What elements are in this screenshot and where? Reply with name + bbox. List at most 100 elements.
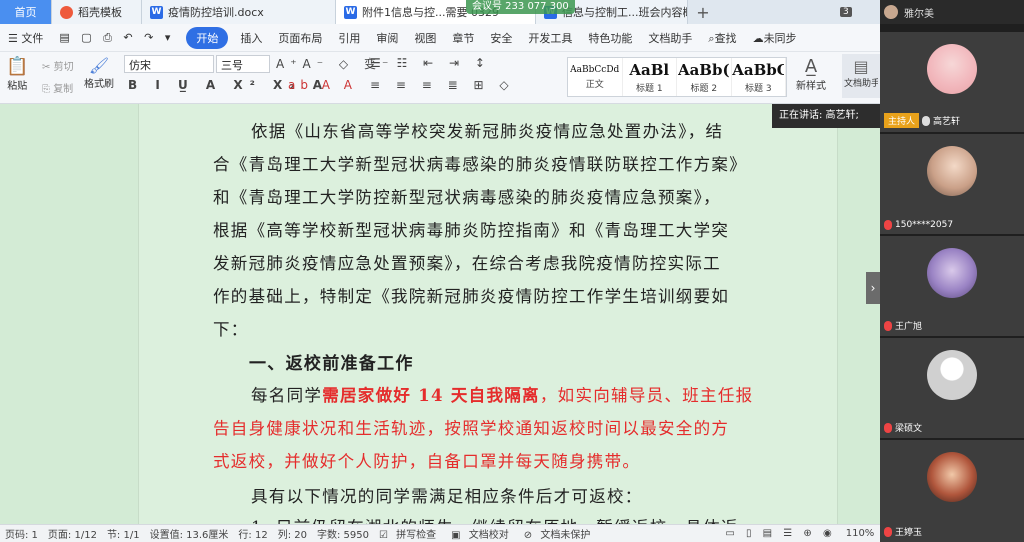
menu-reference[interactable]: 引用 [330, 30, 368, 46]
sync-label: 未同步 [763, 31, 797, 45]
menu-review[interactable]: 审阅 [368, 30, 406, 46]
tab-class-meeting-label: 信息与控制工...班会内容概要 [562, 6, 687, 19]
word-doc-icon: W [344, 5, 357, 19]
doc-line: 式返校，并做好个人防护，自备口罩并每天随身携带。 [213, 452, 641, 471]
window-count-badge[interactable]: 3 [840, 7, 852, 17]
participant-name: 150****2057 [895, 220, 954, 230]
style-heading1[interactable]: AaBl 标题 1 [623, 58, 677, 96]
doc-line: 具有以下情况的同学需满足相应条件后才可返校： [251, 487, 643, 506]
doc-line: 合《青岛理工大学新型冠状病毒感染的肺炎疫情联防联控工作方案》 [213, 155, 747, 174]
search-button[interactable]: ⌕查找 [700, 30, 744, 46]
format-painter-button[interactable]: 🖌 格式刷 [84, 56, 114, 90]
status-words[interactable]: 字数: 5950 [312, 526, 374, 541]
menu-dev-tools[interactable]: 开发工具 [520, 30, 580, 46]
menu-security[interactable]: 安全 [482, 30, 520, 46]
font-name-select[interactable]: 仿宋 [124, 55, 214, 73]
tab-home[interactable]: 首页 [0, 0, 52, 24]
docer-icon [60, 5, 73, 19]
status-col: 列: 20 [277, 530, 307, 541]
doc-line: 每名同学需居家做好 14 天自我隔离，如实向辅导员、班主任报 [251, 382, 753, 406]
menu-layout[interactable]: 页面布局 [270, 30, 330, 46]
participant-tile[interactable]: 王婷玉 [880, 438, 1024, 542]
copy-button[interactable]: ⎘ 复制 [42, 80, 73, 95]
color-buttons[interactable]: ab A A [288, 78, 357, 92]
view-mode-icons[interactable]: ▭ ▯ ▤ ☰ ⊕ ◉ [720, 528, 840, 539]
participant-avatar [927, 146, 977, 196]
participant-tile[interactable]: 王广旭 [880, 234, 1024, 336]
collapse-panel-button[interactable]: › [866, 272, 880, 304]
style-heading3[interactable]: AaBbC 标题 3 [732, 58, 786, 96]
tab-training-doc-label: 疫情防控培训.docx [168, 6, 264, 19]
paste-button[interactable]: 📋 粘贴 [6, 56, 28, 92]
menu-insert[interactable]: 插入 [232, 30, 270, 46]
participant-avatar [927, 452, 977, 502]
tab-bar: 首页 稻壳模板 W 疫情防控培训.docx W 附件1信息与控...需要 0329 … [0, 0, 880, 24]
copy-icon: ⎘ [42, 84, 50, 95]
doc-helper-icon: ▤ [853, 57, 869, 76]
menu-bar: ☰ 文件 ▤ ▢ ⎙ ↶ ↷ ▾ 开始 插入 页面布局 引用 审阅 视图 章节 … [0, 24, 880, 52]
menu-chapter[interactable]: 章节 [444, 30, 482, 46]
tab-home-label: 首页 [14, 6, 37, 19]
doc-line: 告自身健康状况和生活轨迹，按照学校通知返校时间以最安全的方 [213, 419, 730, 438]
section-heading: 一、返校前准备工作 [249, 354, 414, 374]
protect-label: 文档未保护 [540, 530, 591, 541]
style-heading2[interactable]: AaBb(标题 2 [677, 58, 732, 96]
participant-name: 梁硕文 [895, 424, 923, 434]
chevron-right-icon: › [870, 281, 876, 295]
menu-start[interactable]: 开始 [186, 26, 229, 49]
spell-check-label: 拼写检查 [396, 530, 437, 541]
style-heading1-name: 标题 1 [635, 83, 663, 94]
tab-docer[interactable]: 稻壳模板 [52, 0, 142, 24]
participant-tile[interactable]: 主持人 高艺轩 [880, 30, 1024, 132]
doc-line: 发新冠肺炎疫情应急处置预案》，在综合考虑我院疫情防控实际工 [213, 254, 721, 273]
doc-helper-button[interactable]: ▤ 文档助手 [842, 54, 880, 98]
meeting-id-banner[interactable]: 会议号 233 077 300 [466, 0, 575, 14]
search-label: 查找 [714, 31, 737, 45]
new-tab-button[interactable]: + [688, 0, 718, 24]
participant-avatar [927, 248, 977, 298]
cut-button[interactable]: ✂ 剪切 [42, 58, 74, 73]
style-heading3-name: 标题 3 [744, 83, 772, 94]
document-page[interactable]: 依据《山东省高等学校突发新冠肺炎疫情应急处置办法》，结 合《青岛理工大学新型冠状… [138, 104, 838, 537]
user-name[interactable]: 雅尔美 [904, 5, 934, 20]
format-painter-label: 格式刷 [84, 79, 114, 90]
participant-label: 王广旭 [884, 319, 922, 332]
proofread-button[interactable]: ▣ 文档校对 [446, 526, 519, 541]
participant-label: 主持人 高艺轩 [884, 113, 960, 128]
tab-training-doc[interactable]: W 疫情防控培训.docx [142, 0, 336, 24]
doc-helper-label: 文档助手 [844, 79, 878, 89]
cloud-icon: ☁ [752, 31, 764, 45]
menu-features[interactable]: 特色功能 [580, 30, 640, 46]
sync-status[interactable]: ☁未同步 [745, 30, 805, 46]
participant-tile[interactable]: 150****2057 [880, 132, 1024, 234]
list-buttons[interactable]: ☰ ☷ ⇤ ⇥ ↕ [370, 56, 491, 70]
menu-view[interactable]: 视图 [406, 30, 444, 46]
user-avatar[interactable] [884, 5, 898, 19]
font-size-select[interactable]: 三号 [216, 55, 270, 73]
new-style-button[interactable]: A̲ 新样式 [796, 56, 826, 92]
para2-rest: ，如实向辅导员、班主任报 [539, 386, 754, 405]
default-avatar [927, 350, 977, 400]
participant-label: 梁硕文 [884, 421, 922, 434]
doc-line: 依据《山东省高等学校突发新冠肺炎疫情应急处置办法》，结 [251, 122, 724, 141]
ribbon-toolbar: 📋 粘贴 ✂ 剪切 ⎘ 复制 🖌 格式刷 仿宋 三号 A⁺A⁻ ◇ 变⁻ B I… [0, 52, 880, 104]
cut-label: 剪切 [53, 62, 74, 73]
participant-avatar [927, 44, 977, 94]
status-page-code: 页码: 1 [5, 530, 38, 541]
menu-icon[interactable]: ☰ 文件 [0, 30, 51, 46]
status-page[interactable]: 页面: 1/12 [43, 526, 102, 541]
spell-check-button[interactable]: ☑ 拼写检查 [374, 526, 446, 541]
zoom-level[interactable]: 110% [841, 528, 880, 539]
doc-line: 作的基础上，特制定《我院新冠肺炎疫情防控工作学生培训纲要如 [213, 287, 730, 306]
paste-label: 粘贴 [7, 81, 28, 92]
style-gallery: AaBbCcDd 正文 AaBl 标题 1 AaBb(标题 2 AaBbC 标题 3 [567, 57, 787, 97]
participant-tile[interactable]: 梁硕文 [880, 336, 1024, 438]
quick-tools-icons[interactable]: ▤ ▢ ⎙ ↶ ↷ ▾ [51, 31, 182, 45]
style-normal[interactable]: AaBbCcDd 正文 [568, 58, 623, 96]
align-buttons[interactable]: ≡ ≡ ≡ ≣ ⊞ ◇ [370, 78, 515, 92]
status-bar: 页码: 1 页面: 1/12 节: 1/1 设置值: 13.6厘米 行: 12 … [0, 524, 893, 542]
protect-status[interactable]: ⊘ 文档未保护 [519, 526, 601, 541]
document-area[interactable]: 依据《山东省高等学校突发新冠肺炎疫情应急处置办法》，结 合《青岛理工大学新型冠状… [0, 104, 880, 537]
participant-name: 王婷玉 [895, 528, 923, 538]
menu-doc-helper[interactable]: 文档助手 [640, 30, 700, 46]
